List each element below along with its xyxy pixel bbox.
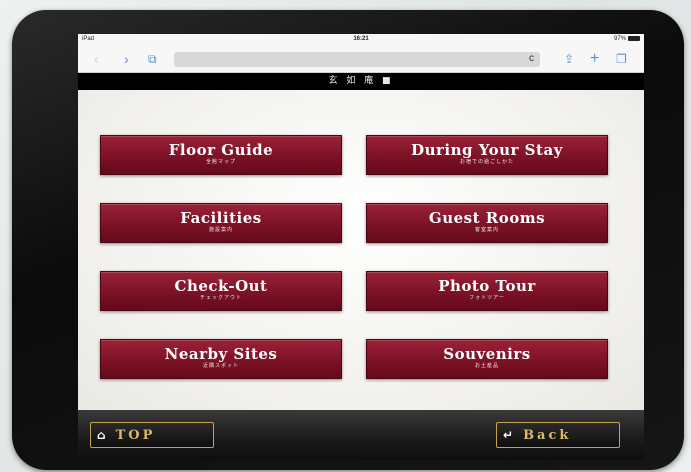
facilities-sublabel: 施設案内 <box>208 227 233 233</box>
return-arrow-icon: ↵ <box>503 428 514 442</box>
nearby-sites-label: Nearby Sites <box>164 345 278 363</box>
guest-rooms-sublabel: 客室案内 <box>474 227 499 233</box>
battery-percent: 97% <box>613 36 626 43</box>
check-out-sublabel: チェックアウト <box>199 295 242 301</box>
guest-rooms-label: Guest Rooms <box>428 209 546 227</box>
check-out-button[interactable]: Check-Out チェックアウト <box>100 271 342 311</box>
facilities-label: Facilities <box>180 209 262 227</box>
photo-tour-label: Photo Tour <box>438 277 536 295</box>
during-your-stay-sublabel: お宿での過ごしかた <box>459 159 514 165</box>
logo-bar: 玄 如 庵 ■ <box>78 73 644 90</box>
nearby-sites-sublabel: 近隣スポット <box>202 363 239 369</box>
souvenirs-button[interactable]: Souvenirs お土産品 <box>366 339 608 379</box>
reload-icon[interactable]: c <box>529 53 534 64</box>
nearby-sites-button[interactable]: Nearby Sites 近隣スポット <box>100 339 342 379</box>
top-button[interactable]: ⌂ TOP <box>90 422 214 448</box>
add-tab-icon[interactable]: + <box>590 50 599 68</box>
back-button[interactable]: ↵ Back <box>496 422 620 448</box>
share-icon[interactable]: ⇪ <box>564 50 574 68</box>
facilities-button[interactable]: Facilities 施設案内 <box>100 203 342 243</box>
forward-arrow-icon[interactable]: › <box>124 50 129 68</box>
browser-toolbar: ‹ › ⧉ c ⇪ + ❐ <box>78 46 644 73</box>
tablet-frame: iPad 16:21 97% ‹ › ⧉ c ⇪ + ❐ 玄 如 庵 ■ Flo… <box>12 10 684 470</box>
souvenirs-label: Souvenirs <box>443 345 531 363</box>
status-bar: iPad 16:21 97% <box>78 34 644 46</box>
clock: 16:21 <box>353 36 369 42</box>
bottom-nav-bar: ⌂ TOP ↵ Back <box>78 410 644 460</box>
home-icon: ⌂ <box>97 428 106 442</box>
during-your-stay-button[interactable]: During Your Stay お宿での過ごしかた <box>366 135 608 175</box>
during-your-stay-label: During Your Stay <box>411 141 563 159</box>
tabs-icon[interactable]: ❐ <box>616 50 627 68</box>
back-arrow-icon[interactable]: ‹ <box>94 50 99 68</box>
top-label: TOP <box>115 428 156 443</box>
screen: iPad 16:21 97% ‹ › ⧉ c ⇪ + ❐ 玄 如 庵 ■ Flo… <box>78 34 644 460</box>
back-label: Back <box>523 428 572 443</box>
floor-guide-button[interactable]: Floor Guide 全館マップ <box>100 135 342 175</box>
floor-guide-sublabel: 全館マップ <box>205 159 236 165</box>
site-logo: 玄 如 庵 ■ <box>328 76 394 86</box>
souvenirs-sublabel: お土産品 <box>474 363 499 369</box>
battery-icon <box>628 36 640 41</box>
menu-content: Floor Guide 全館マップ During Your Stay お宿での過… <box>78 90 644 410</box>
guest-rooms-button[interactable]: Guest Rooms 客室案内 <box>366 203 608 243</box>
check-out-label: Check-Out <box>174 277 268 295</box>
floor-guide-label: Floor Guide <box>168 141 274 159</box>
bookmarks-icon[interactable]: ⧉ <box>148 50 157 68</box>
battery-indicator: 97% <box>614 36 640 42</box>
address-bar[interactable]: c <box>174 52 540 67</box>
photo-tour-sublabel: フォトツアー <box>469 295 505 301</box>
photo-tour-button[interactable]: Photo Tour フォトツアー <box>366 271 608 311</box>
